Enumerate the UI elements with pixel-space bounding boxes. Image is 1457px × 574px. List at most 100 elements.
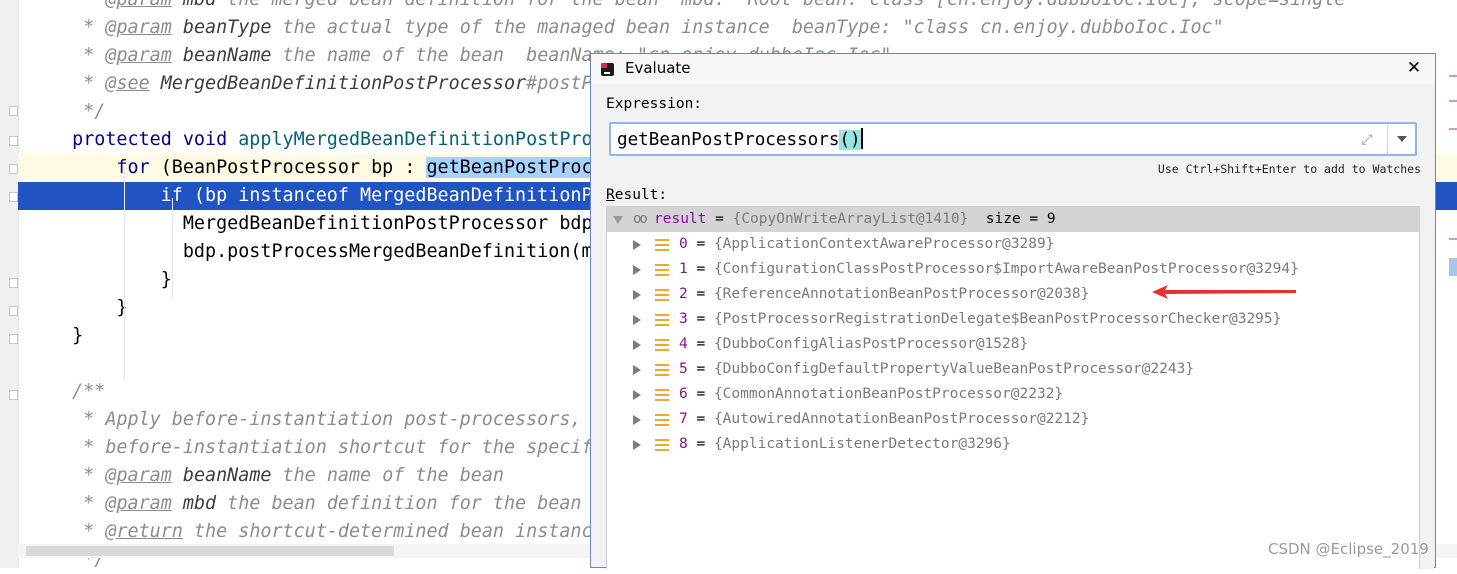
- item-index: 0: [679, 236, 688, 252]
- expression-label: Expression:: [606, 96, 703, 112]
- error-stripe-marker[interactable]: [1449, 75, 1457, 77]
- result-size: size = 9: [985, 211, 1056, 227]
- expand-arrow-icon[interactable]: [633, 440, 641, 450]
- javadoc-tag: @param: [105, 465, 172, 486]
- indent-guide: [124, 170, 125, 380]
- tree-row[interactable]: 4 = {DubboConfigAliasPostProcessor@1528}: [607, 332, 1419, 357]
- javadoc-param: beanType: [171, 17, 272, 38]
- comment-text: /**: [50, 381, 106, 402]
- expand-arrow-icon[interactable]: [633, 390, 641, 400]
- expand-editor-icon[interactable]: ⤢: [1358, 131, 1376, 149]
- field-icon: [655, 364, 669, 376]
- item-value: {DubboConfigDefaultPropertyValueBeanPost…: [713, 361, 1195, 377]
- tree-row[interactable]: 1 = {ConfigurationClassPostProcessor$Imp…: [607, 257, 1419, 282]
- code-text: }: [50, 269, 172, 290]
- collapse-arrow-icon[interactable]: [613, 216, 623, 224]
- tree-row[interactable]: 0 = {ApplicationContextAwareProcessor@32…: [607, 232, 1419, 257]
- field-icon: [655, 239, 669, 251]
- item-value: {ReferenceAnnotationBeanPostProcessor@20…: [713, 286, 1090, 302]
- item-index: 2: [679, 286, 688, 302]
- indent-guide: [172, 198, 173, 298]
- expand-arrow-icon[interactable]: [633, 315, 641, 325]
- close-icon[interactable]: ✕: [1403, 57, 1425, 79]
- expression-input[interactable]: getBeanPostProcessors(): [617, 127, 1347, 153]
- comment-prefix: *: [50, 73, 106, 94]
- javadoc-tag: @param: [105, 493, 172, 514]
- expand-arrow-icon[interactable]: [633, 265, 641, 275]
- javadoc-param: MergedBeanDefinitionPostProcessor: [149, 73, 527, 94]
- expand-arrow-icon[interactable]: [633, 415, 641, 425]
- tree-row[interactable]: 8 = {ApplicationListenerDetector@3296}: [607, 432, 1419, 457]
- javadoc-tag: @param: [105, 0, 171, 10]
- tree-row[interactable]: 6 = {CommonAnnotationBeanPostProcessor@2…: [607, 382, 1419, 407]
- fold-marker-icon[interactable]: [9, 278, 18, 288]
- expression-field[interactable]: getBeanPostProcessors() ⤢: [609, 122, 1417, 156]
- scroll-position-marker[interactable]: [1449, 258, 1457, 276]
- field-icon: [655, 414, 669, 426]
- tree-row-result[interactable]: oo result = {CopyOnWriteArrayList@1410} …: [607, 207, 1419, 232]
- error-stripe-marker[interactable]: [1449, 128, 1457, 130]
- code-line: }: [50, 294, 127, 322]
- result-label-mnemonic: R: [606, 187, 615, 203]
- expand-arrow-icon[interactable]: [633, 365, 641, 375]
- result-label-rest: esult:: [614, 187, 668, 203]
- code-line: */: [50, 98, 105, 126]
- expand-arrow-icon[interactable]: [633, 340, 641, 350]
- expand-arrow-icon[interactable]: [633, 290, 641, 300]
- fold-marker-icon[interactable]: [9, 334, 18, 344]
- code-line: }: [50, 322, 83, 350]
- result-tree[interactable]: oo result = {CopyOnWriteArrayList@1410} …: [606, 206, 1420, 569]
- comment-prefix: *: [50, 0, 105, 10]
- red-annotation-arrow: [1152, 285, 1296, 299]
- code-line: * @param beanName the name of the bean: [50, 462, 504, 490]
- fold-marker-icon[interactable]: [9, 136, 18, 146]
- horizontal-scrollbar-thumb[interactable]: [26, 546, 394, 556]
- expand-arrow-icon[interactable]: [633, 240, 641, 250]
- tree-row[interactable]: 7 = {AutowiredAnnotationBeanPostProcesso…: [607, 407, 1419, 432]
- field-icon: [655, 439, 669, 451]
- comment-prefix: *: [50, 493, 106, 514]
- watermark: CSDN @Eclipse_2019: [1268, 540, 1429, 558]
- item-index: 5: [679, 361, 688, 377]
- error-stripe-marker[interactable]: [1449, 238, 1457, 240]
- result-equals: =: [706, 211, 733, 227]
- code-line: * @param mbd the bean definition for the…: [50, 490, 582, 518]
- comment-text: */: [50, 101, 106, 122]
- vertical-scrollbar[interactable]: [1420, 206, 1434, 569]
- dialog-titlebar[interactable]: Evaluate ✕: [591, 54, 1435, 84]
- tree-row[interactable]: 3 = {PostProcessorRegistrationDelegate$B…: [607, 307, 1419, 332]
- item-value: {DubboConfigAliasPostProcessor@1528}: [713, 336, 1029, 352]
- javadoc-param: mbd: [171, 493, 217, 514]
- fold-marker-icon[interactable]: [9, 390, 18, 400]
- item-index: 7: [679, 411, 688, 427]
- tree-row[interactable]: 5 = {DubboConfigDefaultPropertyValueBean…: [607, 357, 1419, 382]
- comment-prefix: *: [50, 465, 106, 486]
- javadoc-param: beanName: [171, 465, 272, 486]
- fold-marker-icon[interactable]: [9, 306, 18, 316]
- field-icon: [655, 314, 669, 326]
- fold-marker-icon[interactable]: [9, 164, 18, 174]
- error-stripe-marker[interactable]: [1449, 100, 1457, 102]
- history-dropdown-button[interactable]: [1387, 124, 1416, 154]
- item-equals: =: [687, 286, 714, 302]
- field-icon: [655, 289, 669, 301]
- editor-gutter[interactable]: [0, 0, 19, 568]
- evaluate-dialog: Evaluate ✕ Expression: getBeanPostProces…: [590, 53, 1436, 569]
- comment-text: the bean definition for the bean: [216, 493, 582, 514]
- dialog-title: Evaluate: [625, 59, 691, 77]
- fold-marker-icon[interactable]: [9, 106, 18, 116]
- item-equals: =: [687, 261, 714, 277]
- text-caret: [860, 128, 863, 149]
- code-line: * @param beanType the actual type of the…: [50, 14, 1223, 42]
- code-text: }: [50, 325, 84, 346]
- keyword: for: [50, 157, 161, 178]
- code-line: }: [50, 266, 172, 294]
- item-index: 4: [679, 336, 688, 352]
- item-value: {CommonAnnotationBeanPostProcessor@2232}: [713, 386, 1064, 402]
- comment-prefix: *: [50, 45, 106, 66]
- fold-marker-icon[interactable]: [9, 192, 18, 202]
- result-name: result: [654, 211, 707, 227]
- watch-result-icon: oo: [633, 211, 648, 227]
- field-icon: [655, 264, 669, 276]
- item-equals: =: [687, 386, 714, 402]
